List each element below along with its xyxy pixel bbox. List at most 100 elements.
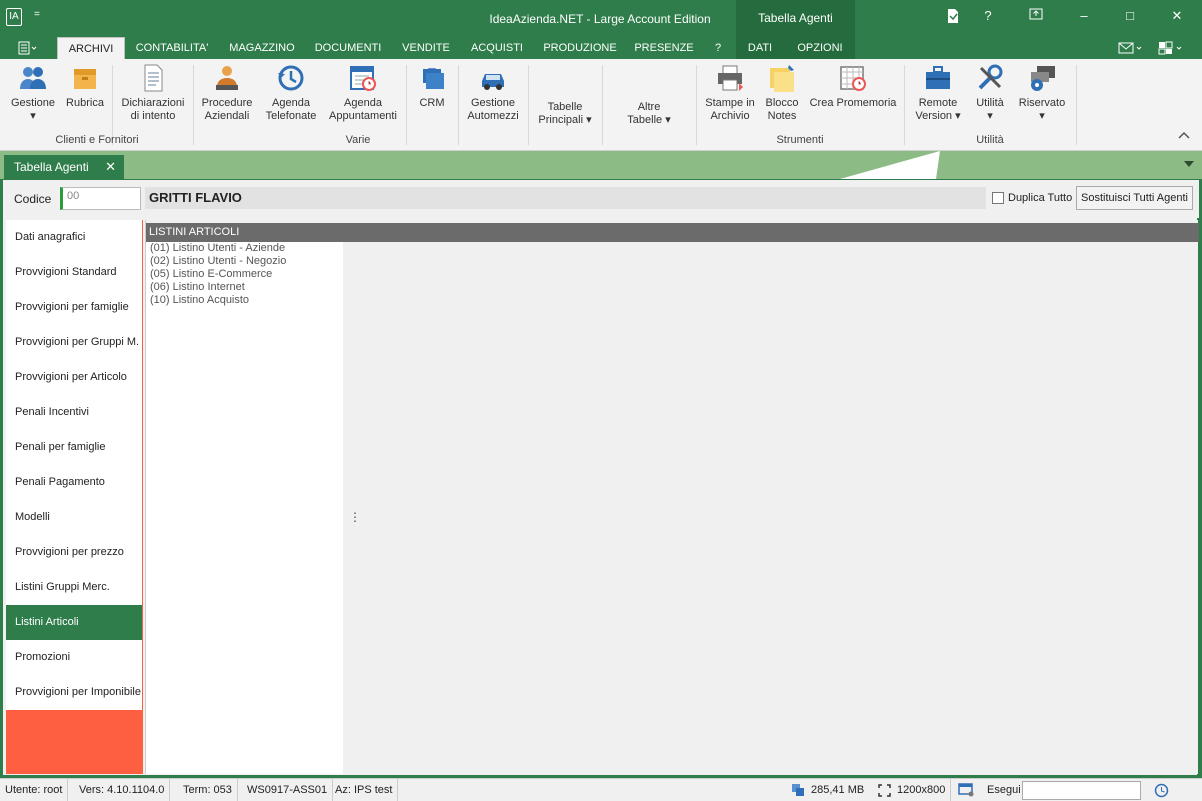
gestione-automezzi-button[interactable]: Gestione Automezzi [463, 63, 523, 123]
fullscreen-icon[interactable] [878, 784, 891, 797]
agenda-appuntamenti-label-2: Appuntamenti [329, 110, 397, 122]
esegui-input[interactable] [1022, 781, 1141, 800]
sidebar-item-provvigioni-imponibile[interactable]: Provvigioni per Imponibile [6, 675, 142, 710]
dichiarazioni-button[interactable]: Dichiarazioni di intento [118, 63, 188, 123]
tab-magazzino[interactable]: MAGAZZINO [224, 37, 300, 59]
tabelle-principali-button[interactable]: Tabelle Principali ▾ [532, 101, 598, 127]
sidebar-item-provvigioni-famiglie[interactable]: Provvigioni per famiglie [6, 290, 142, 325]
layout-icon[interactable] [1154, 37, 1188, 59]
sostituisci-tutti-agenti-button[interactable]: Sostituisci Tutti Agenti [1076, 186, 1193, 210]
gestione-button[interactable]: Gestione ▾ [6, 63, 60, 123]
tab-produzione[interactable]: PRODUZIONE [538, 37, 622, 59]
tab-vendite[interactable]: VENDITE [396, 37, 456, 59]
group-utilita: Utilità [976, 134, 1004, 146]
refresh-clock-icon[interactable] [1154, 783, 1169, 798]
ribbon-separator [112, 65, 113, 145]
briefcase-stack-icon [417, 63, 447, 93]
document-icon [138, 63, 168, 93]
sidebar-item-penali-famiglie[interactable]: Penali per famiglie [6, 430, 142, 465]
window-settings-icon[interactable] [958, 783, 974, 797]
rubrica-button[interactable]: Rubrica [62, 63, 108, 110]
list-item[interactable]: (02) Listino Utenti - Negozio [146, 255, 343, 268]
tab-help[interactable]: ? [706, 37, 730, 59]
altre-tabelle-button[interactable]: Altre Tabelle ▾ [614, 101, 684, 127]
gestione-dropdown-arrow: ▾ [30, 110, 36, 122]
sidebar-item-listini-articoli[interactable]: Listini Articoli [6, 605, 142, 640]
worker-icon [212, 63, 242, 93]
agenda-telefonate-label-2: Telefonate [265, 110, 317, 122]
splitter-handle-icon[interactable]: ⋮ [349, 510, 361, 524]
altre-tabelle-label-2: Tabelle ▾ [627, 114, 671, 126]
quick-access-menu-icon[interactable]: = [34, 9, 40, 20]
document-settings-icon[interactable] [938, 8, 968, 24]
mail-icon[interactable] [1114, 37, 1148, 59]
agenda-telefonate-label-1: Agenda [272, 97, 310, 109]
list-item[interactable]: (10) Listino Acquisto [146, 294, 343, 307]
tab-contabilita[interactable]: CONTABILITA' [130, 37, 214, 59]
tab-documenti[interactable]: DOCUMENTI [310, 37, 386, 59]
automezzi-label-2: Automezzi [467, 110, 519, 122]
list-item[interactable]: (05) Listino E-Commerce [146, 268, 343, 281]
agenda-telefonate-button[interactable]: Agenda Telefonate [260, 63, 322, 123]
codice-label: Codice [14, 192, 52, 206]
tab-list-dropdown-icon[interactable] [1184, 161, 1194, 167]
tab-tabella-agenti[interactable]: Tabella Agenti ✕ [4, 155, 124, 179]
car-icon [478, 63, 508, 93]
section-sidebar: Dati anagrafici Provvigioni Standard Pro… [6, 220, 143, 774]
tab-opzioni[interactable]: OPZIONI [790, 37, 850, 59]
calendar-clock-icon [838, 63, 868, 93]
crea-promemoria-button[interactable]: Crea Promemoria [808, 63, 898, 110]
list-item[interactable]: (06) Listino Internet [146, 281, 343, 294]
tab-dati[interactable]: DATI [740, 37, 780, 59]
utilita-button[interactable]: Utilità ▾ [968, 63, 1012, 123]
memory-icon [792, 784, 804, 796]
agenda-appuntamenti-label-1: Agenda [344, 97, 382, 109]
help-button[interactable]: ? [973, 8, 1003, 23]
group-strumenti: Strumenti [776, 134, 824, 146]
sidebar-item-penali-incentivi[interactable]: Penali Incentivi [6, 395, 142, 430]
app-logo-icon[interactable]: IA [6, 8, 22, 26]
file-menu-button[interactable] [8, 37, 48, 59]
ribbon-separator [696, 65, 697, 145]
sidebar-item-listini-gruppi[interactable]: Listini Gruppi Merc. [6, 570, 142, 605]
utilita-label: Utilità [976, 97, 1004, 109]
sidebar-item-dati-anagrafici[interactable]: Dati anagrafici [6, 220, 142, 255]
tab-archivi[interactable]: ARCHIVI [57, 37, 125, 59]
procedure-aziendali-button[interactable]: Procedure Aziendali [198, 63, 256, 123]
ribbon-display-icon[interactable] [1021, 8, 1051, 20]
duplica-tutto-checkbox[interactable] [992, 192, 1004, 204]
agenda-appuntamenti-button[interactable]: Agenda Appuntamenti [326, 63, 400, 123]
collapse-ribbon-icon[interactable] [1178, 131, 1190, 139]
minimize-button[interactable]: – [1069, 8, 1099, 23]
tab-acquisti[interactable]: ACQUISTI [466, 37, 528, 59]
crea-promemoria-label: Crea Promemoria [809, 97, 897, 109]
restore-button[interactable]: □ [1115, 8, 1145, 23]
gear-window-icon [1027, 63, 1057, 93]
printer-icon [715, 63, 745, 93]
sidebar-item-provvigioni-prezzo[interactable]: Provvigioni per prezzo [6, 535, 142, 570]
riservato-button[interactable]: Riservato ▾ [1014, 63, 1070, 123]
tab-presenze[interactable]: PRESENZE [630, 37, 698, 59]
ribbon-separator [904, 65, 905, 145]
stampe-label-1: Stampe in [705, 97, 755, 109]
blocco-notes-button[interactable]: Blocco Notes [760, 63, 804, 123]
status-term: Term: 053 [178, 779, 238, 801]
codice-input[interactable]: 00 [60, 187, 141, 210]
sidebar-item-penali-pagamento[interactable]: Penali Pagamento [6, 465, 142, 500]
listini-list[interactable]: (01) Listino Utenti - Aziende (02) Listi… [146, 242, 343, 774]
altre-tabelle-label-1: Altre [637, 101, 661, 113]
sidebar-item-provvigioni-gruppi[interactable]: Provvigioni per Gruppi M. [6, 325, 142, 360]
tabelle-principali-label-2: Principali ▾ [538, 114, 592, 126]
crm-button[interactable]: CRM [412, 63, 452, 110]
remote-version-button[interactable]: Remote Version ▾ [910, 63, 966, 123]
sidebar-item-provvigioni-standard[interactable]: Provvigioni Standard [6, 255, 142, 290]
list-item[interactable]: (01) Listino Utenti - Aziende [146, 242, 343, 255]
sidebar-item-provvigioni-articolo[interactable]: Provvigioni per Articolo [6, 360, 142, 395]
sidebar-item-promozioni[interactable]: Promozioni [6, 640, 142, 675]
close-tab-icon[interactable]: ✕ [105, 155, 116, 179]
stampe-archivio-button[interactable]: Stampe in Archivio [702, 63, 758, 123]
sidebar-item-modelli[interactable]: Modelli [6, 500, 142, 535]
close-window-button[interactable]: ✕ [1162, 8, 1192, 24]
title-bar: IA = IdeaAzienda.NET - Large Account Edi… [0, 0, 1202, 37]
ribbon-separator [458, 65, 459, 145]
